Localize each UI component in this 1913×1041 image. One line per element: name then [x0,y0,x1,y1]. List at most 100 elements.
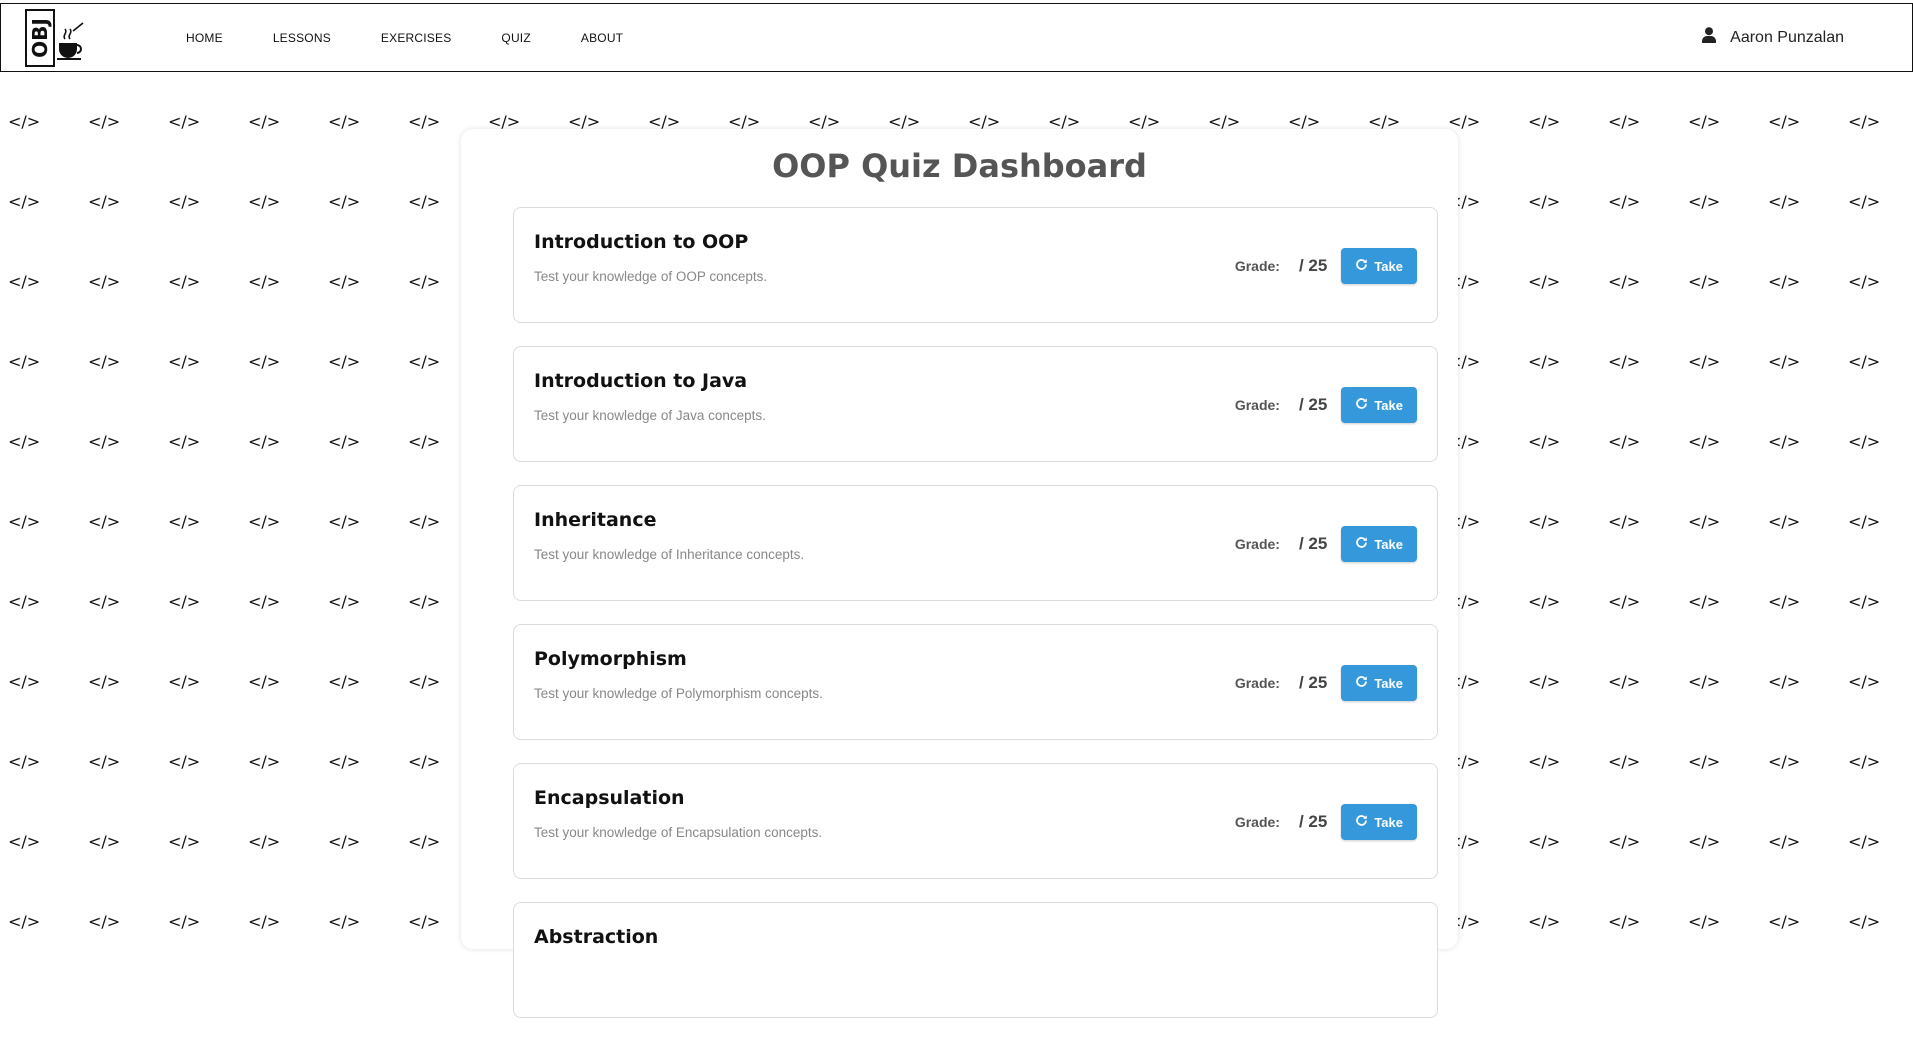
code-tag-glyph: </> [1768,672,1801,691]
code-tag-glyph: </> [408,432,441,451]
grade-area: Grade: / 25 Take [1235,665,1417,701]
quiz-item: Abstraction [513,902,1438,1018]
code-tag-glyph: </> [1608,432,1641,451]
redo-icon [1355,675,1368,691]
navbar: OBJ HOME LESSONS EXERCISES QUIZ ABOUT Aa… [0,3,1913,72]
code-tag-glyph: </> [8,272,41,291]
code-tag-glyph: </> [168,192,201,211]
code-tag-glyph: </> [1848,912,1881,931]
code-tag-glyph: </> [88,592,121,611]
take-button-label: Take [1374,675,1403,691]
quiz-title: Inheritance [534,509,657,531]
code-tag-glyph: </> [408,912,441,931]
code-tag-glyph: </> [1768,112,1801,131]
grade-label: Grade: [1234,258,1280,274]
grade-value: / 25 [1298,673,1328,692]
code-tag-glyph: </> [1608,192,1641,211]
code-tag-glyph: </> [408,192,441,211]
code-tag-glyph: </> [1688,592,1721,611]
code-tag-glyph: </> [248,352,281,371]
code-tag-glyph: </> [1688,672,1721,691]
take-button-label: Take [1374,397,1403,413]
code-tag-glyph: </> [328,672,361,691]
code-tag-glyph: </> [1608,912,1641,931]
code-tag-glyph: </> [248,752,281,771]
code-tag-glyph: </> [1528,432,1561,451]
code-tag-glyph: </> [8,192,41,211]
code-tag-glyph: </> [328,512,361,531]
code-tag-glyph: </> [168,672,201,691]
nav-link-exercises[interactable]: EXERCISES [381,31,452,45]
code-tag-glyph: </> [328,592,361,611]
code-tag-glyph: </> [1688,112,1721,131]
code-tag-glyph: </> [1768,832,1801,851]
nav-link-lessons[interactable]: LESSONS [273,31,331,45]
nav-link-quiz[interactable]: QUIZ [501,31,530,45]
code-tag-glyph: </> [1848,192,1881,211]
quiz-item: Polymorphism Test your knowledge of Polym… [513,624,1438,740]
code-tag-glyph: </> [168,752,201,771]
take-quiz-button[interactable]: Take [1341,804,1417,840]
grade-label: Grade: [1234,397,1280,413]
code-tag-glyph: </> [1768,192,1801,211]
code-tag-glyph: </> [8,352,41,371]
grade-label: Grade: [1234,536,1280,552]
code-tag-glyph: </> [408,512,441,531]
code-tag-glyph: </> [1528,592,1561,611]
code-tag-glyph: </> [1768,592,1801,611]
code-tag-glyph: </> [408,112,441,131]
code-tag-glyph: </> [1528,752,1561,771]
code-tag-glyph: </> [1768,752,1801,771]
nav-link-home[interactable]: HOME [186,31,223,45]
page-title: OOP Quiz Dashboard [772,147,1147,185]
code-tag-glyph: </> [1848,672,1881,691]
take-button-label: Take [1374,258,1403,274]
code-tag-glyph: </> [8,432,41,451]
redo-icon [1355,258,1368,274]
code-tag-glyph: </> [88,912,121,931]
take-quiz-button[interactable]: Take [1341,248,1417,284]
code-tag-glyph: </> [1608,832,1641,851]
grade-value: / 25 [1298,534,1328,553]
grade-area: Grade: / 25 Take [1235,804,1417,840]
code-tag-glyph: </> [248,592,281,611]
code-tag-glyph: </> [88,752,121,771]
code-tag-glyph: </> [1688,272,1721,291]
code-tag-glyph: </> [328,352,361,371]
code-tag-glyph: </> [248,512,281,531]
grade-label: Grade: [1234,675,1280,691]
code-tag-glyph: </> [1688,352,1721,371]
code-tag-glyph: </> [8,832,41,851]
code-tag-glyph: </> [1848,272,1881,291]
code-tag-glyph: </> [408,272,441,291]
code-tag-glyph: </> [408,592,441,611]
code-tag-glyph: </> [408,352,441,371]
quiz-description: Test your knowledge of Encapsulation con… [534,825,823,840]
quiz-title: Introduction to Java [534,370,748,392]
redo-icon [1355,814,1368,830]
take-quiz-button[interactable]: Take [1341,387,1417,423]
take-quiz-button[interactable]: Take [1341,665,1417,701]
code-tag-glyph: </> [248,912,281,931]
quiz-description: Test your knowledge of Inheritance conce… [534,547,805,562]
code-tag-glyph: </> [8,752,41,771]
code-tag-glyph: </> [1608,592,1641,611]
nav-link-about[interactable]: ABOUT [581,31,623,45]
user-menu[interactable]: Aaron Punzalan [1702,4,1844,71]
take-quiz-button[interactable]: Take [1341,526,1417,562]
code-tag-glyph: </> [328,272,361,291]
grade-label: Grade: [1234,814,1280,830]
code-tag-glyph: </> [408,672,441,691]
code-tag-glyph: </> [1608,672,1641,691]
code-tag-glyph: </> [8,512,41,531]
code-tag-glyph: </> [1848,432,1881,451]
code-tag-glyph: </> [328,432,361,451]
quiz-description: Test your knowledge of OOP concepts. [534,269,768,284]
code-tag-glyph: </> [248,432,281,451]
code-tag-glyph: </> [168,272,201,291]
code-tag-glyph: </> [1768,912,1801,931]
nav-links: HOME LESSONS EXERCISES QUIZ ABOUT [186,4,673,71]
obj-java-logo[interactable]: OBJ [25,9,87,67]
code-tag-glyph: </> [1848,512,1881,531]
code-tag-glyph: </> [1688,192,1721,211]
